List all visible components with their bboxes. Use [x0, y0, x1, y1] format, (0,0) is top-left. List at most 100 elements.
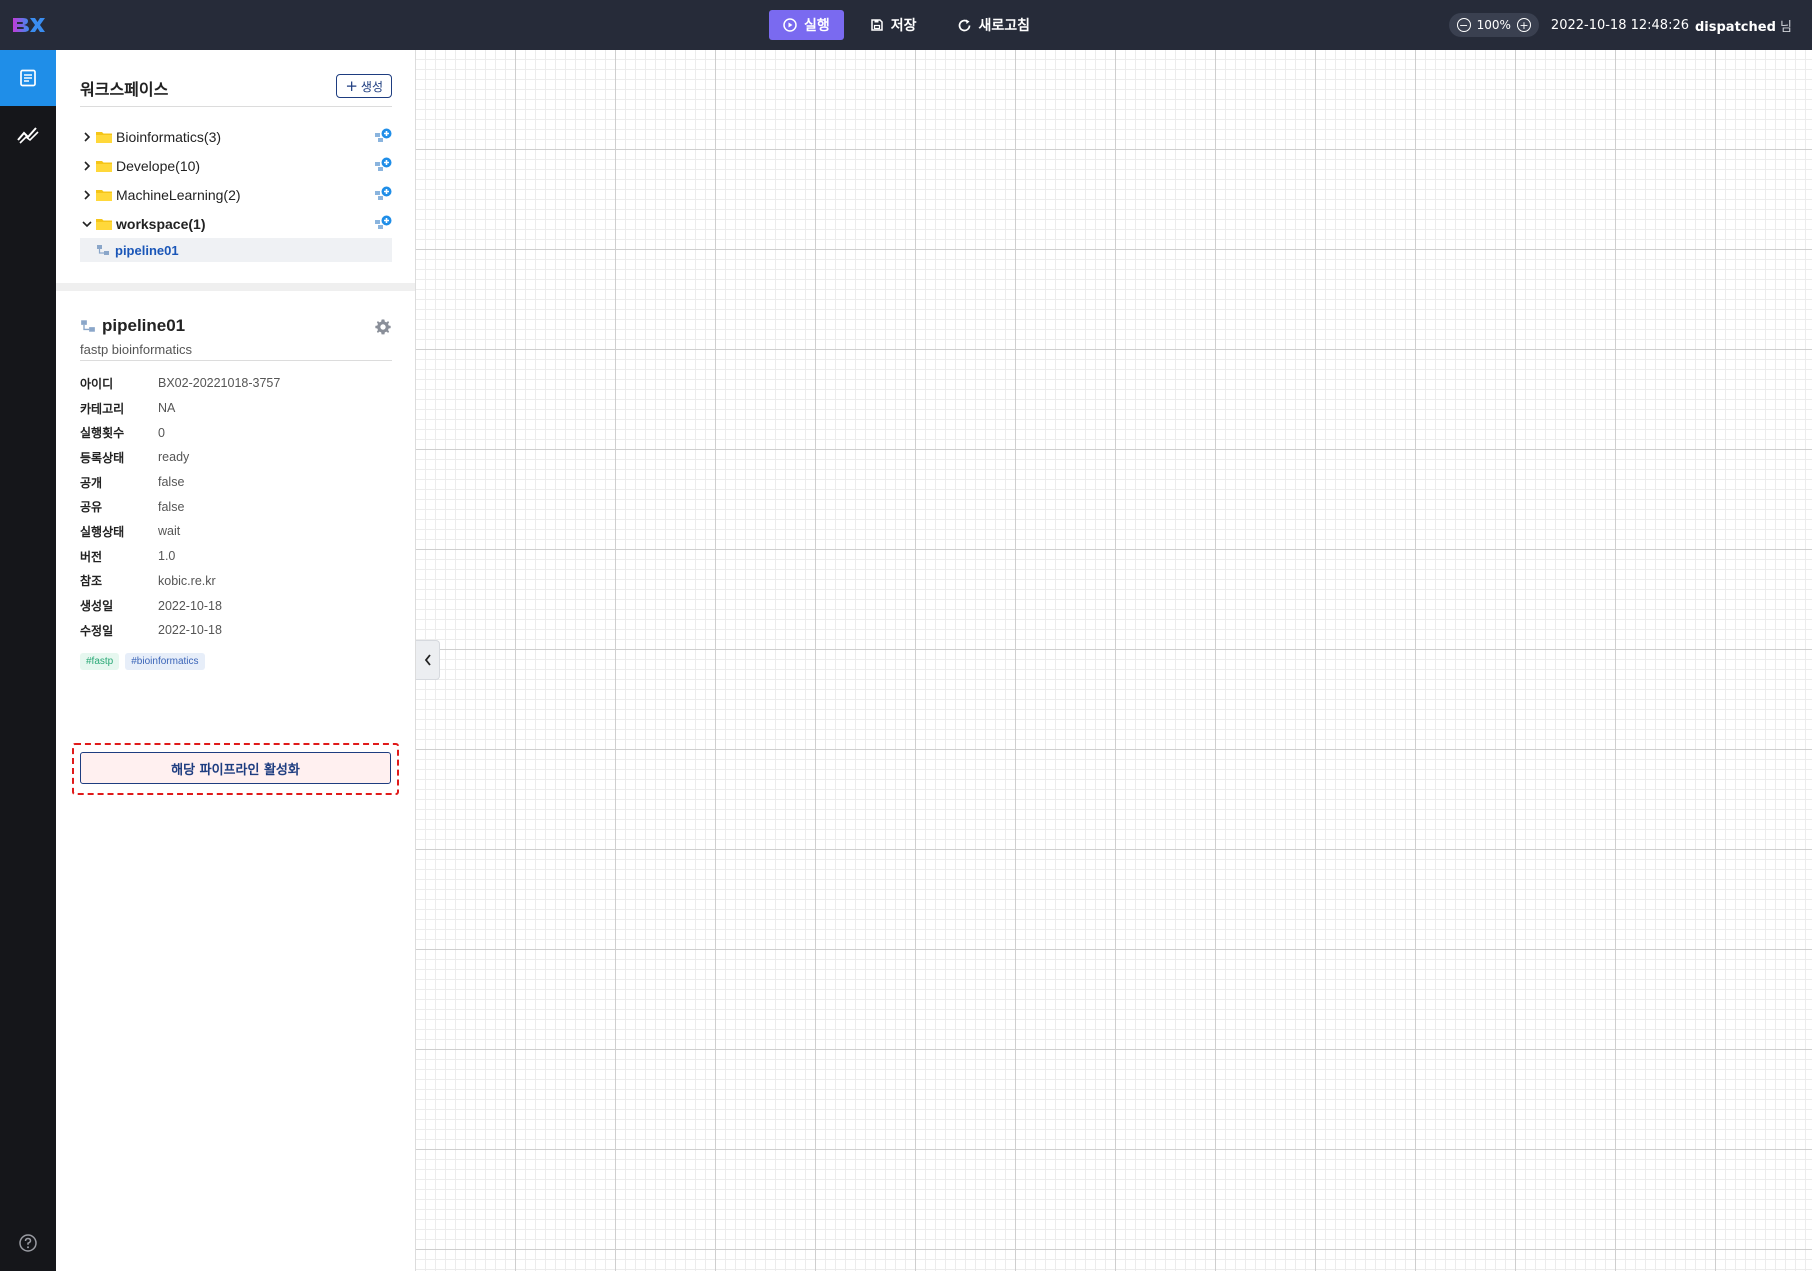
save-icon — [871, 19, 883, 31]
create-button[interactable]: + 생성 — [336, 74, 392, 98]
property-key: 참조 — [80, 574, 103, 589]
zoom-control: − 100% + — [1448, 13, 1539, 37]
folder-row[interactable]: Develope(10) — [80, 151, 392, 180]
folder-label: workspace(1) — [116, 215, 206, 232]
workspace-panel: 워크스페이스 + 생성 Bioinformatics(3) Develope(1… — [56, 50, 416, 1271]
add-pipeline-icon[interactable] — [374, 157, 392, 173]
user-info: dispatched 님 — [1695, 16, 1792, 35]
property-row: 버전 1.0 — [80, 544, 392, 569]
property-row: 등록상태 ready — [80, 445, 392, 470]
plus-icon: + — [345, 76, 358, 95]
property-key: 아이디 — [80, 376, 114, 391]
property-row: 수정일 2022-10-18 — [80, 618, 392, 643]
side-rail — [0, 50, 56, 1271]
refresh-icon — [958, 19, 970, 31]
status-area: − 100% + 2022-10-18 12:48:26 dispatched … — [1448, 12, 1792, 38]
property-row: 아이디 BX02-20221018-3757 — [80, 371, 392, 396]
gear-icon[interactable] — [374, 318, 392, 336]
zoom-out-icon[interactable]: − — [1456, 18, 1471, 32]
folder-label: Bioinformatics(3) — [116, 128, 222, 145]
section-divider — [56, 283, 415, 291]
refresh-button[interactable]: 새로고침 — [943, 10, 1045, 40]
folder-label: MachineLearning(2) — [116, 186, 241, 203]
pipeline-canvas[interactable] — [416, 50, 1812, 1271]
play-icon — [783, 18, 797, 32]
folder-row[interactable]: MachineLearning(2) — [80, 180, 392, 209]
rail-item-analytics[interactable] — [0, 106, 56, 162]
chevron-right-icon[interactable] — [80, 160, 94, 171]
property-key: 실행횟수 — [80, 426, 125, 441]
user-name: dispatched — [1695, 19, 1776, 35]
pipeline-icon — [97, 245, 109, 255]
create-label: 생성 — [360, 79, 383, 94]
tag-badge[interactable]: #fastp — [80, 652, 120, 670]
property-list: 아이디 BX02-20221018-3757 카테고리 NA 실행횟수 0 등록상태 r… — [80, 371, 392, 643]
detail-header: pipeline01 fastp bioinformatics — [80, 312, 392, 361]
folder-icon — [96, 131, 112, 143]
pipeline-label: pipeline01 — [115, 242, 179, 258]
add-pipeline-icon[interactable] — [374, 128, 392, 144]
property-key: 수정일 — [80, 623, 114, 638]
detail-title-text: pipeline01 — [102, 316, 186, 335]
property-row: 카테고리 NA — [80, 396, 392, 421]
zoom-in-icon[interactable]: + — [1516, 18, 1531, 32]
folder-label: Develope(10) — [116, 157, 201, 174]
activate-pipeline-button[interactable]: 해당 파이프라인 활성화 — [80, 752, 391, 784]
tag-badge[interactable]: #bioinformatics — [125, 652, 205, 670]
add-pipeline-icon[interactable] — [374, 186, 392, 202]
property-value: wait — [158, 524, 181, 539]
refresh-label: 새로고침 — [978, 18, 1031, 34]
collapse-panel-button[interactable] — [416, 640, 440, 680]
property-key: 공개 — [80, 475, 103, 490]
folder-icon — [96, 218, 112, 230]
property-row: 생성일 2022-10-18 — [80, 593, 392, 618]
property-row: 실행상태 wait — [80, 519, 392, 544]
datetime: 2022-10-18 12:48:26 — [1550, 17, 1689, 33]
chevron-right-icon[interactable] — [80, 189, 94, 200]
chevron-down-icon[interactable] — [80, 220, 94, 228]
property-row: 공유 false — [80, 494, 392, 519]
folder-icon — [96, 189, 112, 201]
save-button[interactable]: 저장 — [856, 10, 931, 40]
document-icon — [20, 69, 36, 87]
run-button[interactable]: 실행 — [769, 10, 844, 40]
chevron-right-icon[interactable] — [80, 131, 94, 142]
pipeline-detail: pipeline01 fastp bioinformatics 아이디 BX02-… — [80, 312, 392, 670]
bx-logo-icon — [13, 18, 45, 32]
property-value: 1.0 — [158, 549, 176, 564]
activate-highlight: 해당 파이프라인 활성화 — [72, 743, 399, 795]
property-row: 실행횟수 0 — [80, 420, 392, 445]
workspace-title: 워크스페이스 — [80, 80, 169, 99]
property-value: false — [158, 499, 185, 514]
add-pipeline-icon[interactable] — [374, 215, 392, 231]
toolbar: 실행 저장 새로고침 — [769, 10, 1044, 40]
workspace-header: 워크스페이스 + 생성 — [80, 66, 392, 107]
tag-list: #fastp #bioinformatics — [80, 652, 392, 670]
property-row: 공개 false — [80, 470, 392, 495]
property-value: 0 — [158, 425, 165, 440]
pipeline-icon — [81, 320, 95, 332]
help-icon[interactable] — [0, 1223, 56, 1263]
pipeline-item[interactable]: pipeline01 — [80, 238, 392, 262]
zoom-value: 100% — [1476, 18, 1511, 32]
folder-row[interactable]: Bioinformatics(3) — [80, 122, 392, 151]
rail-item-workspace[interactable] — [0, 50, 56, 106]
property-key: 등록상태 — [80, 450, 125, 465]
chart-line-icon — [17, 127, 39, 144]
chevron-left-icon — [424, 654, 431, 666]
folder-row[interactable]: workspace(1) — [80, 209, 392, 238]
property-key: 카테고리 — [80, 401, 125, 416]
detail-title: pipeline01 — [80, 316, 185, 336]
folder-icon — [96, 160, 112, 172]
property-value: ready — [158, 450, 190, 465]
property-key: 버전 — [80, 549, 103, 564]
property-row: 참조 kobic.re.kr — [80, 569, 392, 594]
property-value: BX02-20221018-3757 — [158, 376, 281, 391]
property-value: kobic.re.kr — [158, 573, 216, 588]
property-key: 공유 — [80, 500, 103, 515]
app-logo[interactable] — [0, 0, 56, 50]
detail-subtitle: fastp bioinformatics — [80, 342, 192, 357]
property-value: NA — [158, 401, 176, 416]
run-label: 실행 — [804, 18, 830, 34]
save-label: 저장 — [890, 18, 917, 34]
